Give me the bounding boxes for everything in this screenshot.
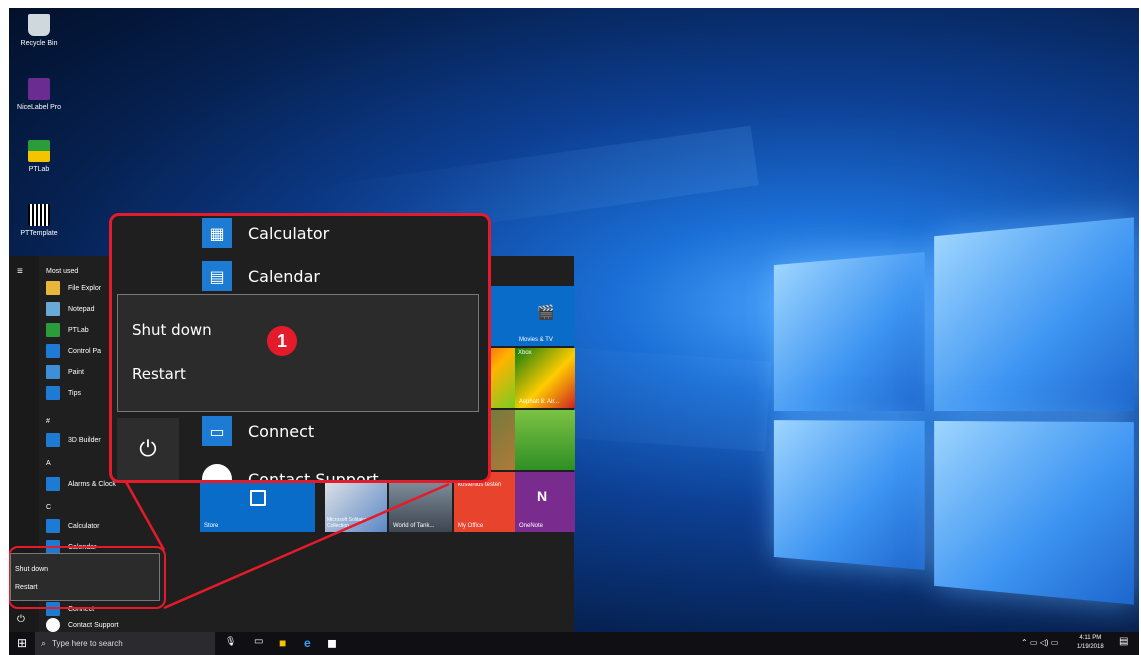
zoom-item-connect[interactable]: ▭ Connect [202,416,314,446]
action-center-icon[interactable]: ▤ [1119,636,1128,647]
file-explorer-icon [46,281,60,295]
store-bag-icon [250,490,266,506]
taskbar: ⊞ ⌕ Type here to search 🎙 ▭ ■ e ◼ ⌃ ▭ ◁)… [9,632,1139,655]
most-used-header: Most used [46,268,78,275]
pttemplate-icon [28,204,50,226]
xbox-badge: Xbox [518,350,532,356]
tips-icon [46,386,60,400]
file-explorer-icon[interactable]: ■ [279,636,286,650]
desktop-icon-label: PTTemplate [20,230,57,237]
zoom-callout: ▦ Calculator ▤ Calendar Shut down Restart … [109,213,491,483]
desktop-icon-nicelabel[interactable]: NiceLabel Pro [9,78,69,111]
nicelabel-icon [28,78,50,100]
calculator-icon [46,519,60,533]
edge-icon[interactable]: e [304,636,311,650]
tile-asphalt[interactable]: Xbox Asphalt 8: Air... [515,348,575,408]
onenote-icon: N [537,488,547,504]
zoom-item-calendar[interactable]: ▤ Calendar [202,261,320,291]
app-alarms-clock[interactable]: Alarms & Clock [46,476,116,492]
windows-logo-wallpaper [774,217,1134,604]
ptlab-icon [28,140,50,162]
search-icon: ⌕ [41,638,46,649]
power-menu-large: Shut down Restart [117,294,479,412]
film-icon: 🎬 [537,304,554,321]
hamburger-icon[interactable]: ≡ [17,266,23,277]
tile-game-owl[interactable] [515,410,575,470]
power-button[interactable]: ⏻ [117,418,179,480]
desktop-icon-ptlab[interactable]: PTLab [9,140,69,173]
control-panel-icon [46,344,60,358]
contact-support-icon [46,618,60,632]
letter-hash[interactable]: # [46,418,50,425]
desktop-icon-recycle-bin[interactable]: Recycle Bin [9,14,69,47]
callout-ring [9,546,166,609]
ptlab-icon [46,323,60,337]
app-notepad[interactable]: Notepad [46,301,94,317]
power-icon[interactable]: ⏻ [17,614,25,625]
tile-movies-tv[interactable]: 🎬 Movies & TV [515,286,575,346]
task-view-icon[interactable]: ▭ [254,636,263,647]
app-calculator[interactable]: Calculator [46,518,100,534]
windows-start-icon[interactable]: ⊞ [17,636,27,650]
app-file-explorer[interactable]: File Explor [46,280,101,296]
contact-support-icon [202,464,232,483]
search-placeholder: Type here to search [52,639,123,648]
3d-builder-icon [46,433,60,447]
desktop-icon-pttemplate[interactable]: PTTemplate [9,204,69,237]
clock[interactable]: 4:11 PM 1/19/2018 [1077,634,1104,652]
app-tips[interactable]: Tips [46,385,81,401]
letter-a[interactable]: A [46,460,51,467]
desktop-icon-label: Recycle Bin [21,40,58,47]
calendar-icon: ▤ [202,261,232,291]
paint-icon [46,365,60,379]
app-3d-builder[interactable]: 3D Builder [46,432,101,448]
desktop-icon-label: NiceLabel Pro [17,104,61,111]
microphone-icon[interactable]: 🎙 [225,636,236,647]
power-icon: ⏻ [139,436,156,462]
tile-onenote[interactable]: N OneNote [515,472,575,532]
step-number-badge: 1 [267,326,297,356]
app-ptlab[interactable]: PTLab [46,322,89,338]
connect-icon: ▭ [202,416,232,446]
alarm-clock-icon [46,477,60,491]
notepad-icon [46,302,60,316]
app-contact-support[interactable]: Contact Support [46,618,119,632]
zoom-item-calculator[interactable]: ▦ Calculator [202,218,329,248]
desktop: Recycle Bin NiceLabel Pro PTLab PTTempla… [9,8,1139,655]
recycle-bin-icon [28,14,50,36]
system-tray[interactable]: ⌃ ▭ ◁) ▭ [1021,638,1058,647]
calculator-icon: ▦ [202,218,232,248]
app-control-panel[interactable]: Control Pa [46,343,101,359]
menu-item-shutdown[interactable]: Shut down [132,321,212,339]
clock-time: 4:11 PM [1077,634,1104,643]
clock-date: 1/19/2018 [1077,643,1104,652]
app-paint[interactable]: Paint [46,364,84,380]
desktop-icon-label: PTLab [29,166,50,173]
zoom-item-contact-support[interactable]: Contact Support [202,464,379,483]
store-icon[interactable]: ◼ [327,636,337,650]
menu-item-restart[interactable]: Restart [132,365,186,383]
letter-c[interactable]: C [46,504,51,511]
search-box[interactable]: ⌕ Type here to search [35,632,215,655]
